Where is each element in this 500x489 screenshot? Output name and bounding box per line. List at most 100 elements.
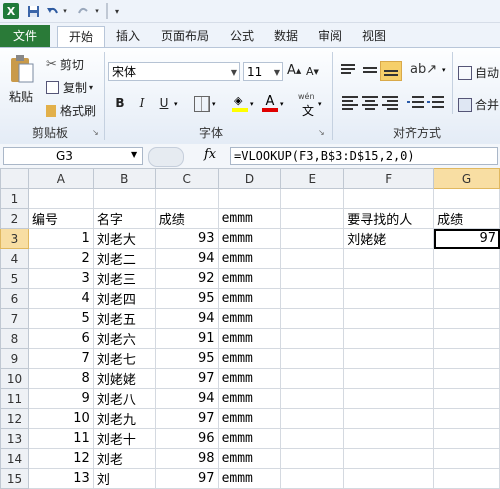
- format-painter-button[interactable]: 格式刷: [46, 102, 96, 119]
- cell-f8[interactable]: [343, 328, 435, 349]
- bold-button[interactable]: B: [112, 94, 128, 112]
- cell-e2[interactable]: [280, 208, 345, 229]
- align-top-icon[interactable]: [338, 62, 358, 80]
- column-header-g[interactable]: G: [433, 168, 500, 189]
- clipboard-launcher-icon[interactable]: ↘: [92, 128, 99, 137]
- cell-f13[interactable]: [343, 428, 435, 449]
- cell-g2[interactable]: 成绩: [433, 208, 500, 229]
- cell-f9[interactable]: [343, 348, 435, 369]
- cell-e4[interactable]: [280, 248, 345, 269]
- font-size-combo[interactable]: 11 ▼: [243, 62, 283, 81]
- cell-a14[interactable]: 12: [27, 448, 94, 469]
- cell-d7[interactable]: emmm: [217, 308, 282, 329]
- cell-e10[interactable]: [280, 368, 345, 389]
- cell-f11[interactable]: [343, 388, 435, 409]
- cell-a2[interactable]: 编号: [27, 208, 94, 229]
- cell-g7[interactable]: [433, 308, 500, 329]
- redo-dropdown-icon[interactable]: ▾: [93, 3, 101, 19]
- column-header-c[interactable]: C: [154, 168, 219, 189]
- wrap-text-button[interactable]: 自动: [458, 64, 499, 81]
- cell-a5[interactable]: 3: [27, 268, 94, 289]
- tab-page-layout[interactable]: 页面布局: [153, 26, 217, 47]
- cell-e12[interactable]: [280, 408, 345, 429]
- cell-a13[interactable]: 11: [27, 428, 94, 449]
- cell-f3[interactable]: 刘姥姥: [343, 228, 435, 249]
- undo-icon[interactable]: [45, 3, 59, 19]
- cell-b7[interactable]: 刘老五: [92, 308, 156, 329]
- cell-b11[interactable]: 刘老八: [92, 388, 156, 409]
- cell-c2[interactable]: 成绩: [154, 208, 219, 229]
- fill-dropdown-icon[interactable]: ▾: [250, 100, 254, 108]
- row-header[interactable]: 7: [0, 308, 29, 329]
- orientation-icon[interactable]: ab↗: [410, 62, 437, 77]
- font-color-dropdown-icon[interactable]: ▾: [280, 100, 284, 108]
- cell-a1[interactable]: [27, 188, 94, 209]
- cell-g9[interactable]: [433, 348, 500, 369]
- name-box[interactable]: G3: [3, 147, 143, 165]
- cell-c12[interactable]: 97: [154, 408, 219, 429]
- cell-d6[interactable]: emmm: [217, 288, 282, 309]
- column-header-b[interactable]: B: [92, 168, 156, 189]
- tab-insert[interactable]: 插入: [108, 26, 148, 47]
- cell-a7[interactable]: 5: [27, 308, 94, 329]
- cell-a9[interactable]: 7: [27, 348, 94, 369]
- row-header[interactable]: 13: [0, 428, 29, 449]
- cell-b1[interactable]: [92, 188, 156, 209]
- underline-button[interactable]: U: [156, 94, 172, 112]
- cell-c1[interactable]: [154, 188, 219, 209]
- cell-g10[interactable]: [433, 368, 500, 389]
- cell-f5[interactable]: [343, 268, 435, 289]
- tab-formulas[interactable]: 公式: [222, 26, 262, 47]
- cell-g13[interactable]: [433, 428, 500, 449]
- row-header[interactable]: 3: [0, 228, 29, 249]
- cell-c8[interactable]: 91: [154, 328, 219, 349]
- row-header[interactable]: 11: [0, 388, 29, 409]
- column-header-f[interactable]: F: [343, 168, 435, 189]
- cell-g14[interactable]: [433, 448, 500, 469]
- cell-b2[interactable]: 名字: [92, 208, 156, 229]
- row-header[interactable]: 6: [0, 288, 29, 309]
- align-middle-icon[interactable]: [360, 62, 380, 80]
- column-header-d[interactable]: D: [217, 168, 282, 189]
- row-header[interactable]: 14: [0, 448, 29, 469]
- tab-file[interactable]: 文件: [0, 25, 50, 47]
- cell-d3[interactable]: emmm: [217, 228, 282, 249]
- cell-f2[interactable]: 要寻找的人: [343, 208, 435, 229]
- cell-a11[interactable]: 9: [27, 388, 94, 409]
- cell-a6[interactable]: 4: [27, 288, 94, 309]
- cell-e7[interactable]: [280, 308, 345, 329]
- cell-f4[interactable]: [343, 248, 435, 269]
- column-header-a[interactable]: A: [27, 168, 94, 189]
- phonetic-button[interactable]: wén: [298, 92, 315, 101]
- select-all-corner[interactable]: [0, 168, 29, 189]
- shrink-font-button[interactable]: A ▼: [306, 65, 319, 78]
- cell-d11[interactable]: emmm: [217, 388, 282, 409]
- cell-c9[interactable]: 95: [154, 348, 219, 369]
- cell-b13[interactable]: 刘老十: [92, 428, 156, 449]
- cell-e13[interactable]: [280, 428, 345, 449]
- row-header[interactable]: 10: [0, 368, 29, 389]
- tab-home[interactable]: 开始: [57, 26, 105, 48]
- align-right-icon[interactable]: [380, 94, 400, 112]
- row-header[interactable]: 1: [0, 188, 29, 209]
- formula-input[interactable]: =VLOOKUP(F3,B$3:D$15,2,0): [230, 147, 498, 165]
- merge-center-button[interactable]: 合并: [458, 96, 499, 113]
- cell-a3[interactable]: 1: [27, 228, 94, 249]
- cell-c10[interactable]: 97: [154, 368, 219, 389]
- cell-b5[interactable]: 刘老三: [92, 268, 156, 289]
- underline-dropdown-icon[interactable]: ▾: [174, 100, 178, 108]
- cell-d8[interactable]: emmm: [217, 328, 282, 349]
- cell-b3[interactable]: 刘老大: [92, 228, 156, 249]
- insert-function-icon[interactable]: fx: [204, 147, 216, 162]
- tab-review[interactable]: 审阅: [310, 26, 350, 47]
- cell-a10[interactable]: 8: [27, 368, 94, 389]
- cell-f10[interactable]: [343, 368, 435, 389]
- grow-font-button[interactable]: A ▲: [287, 63, 301, 78]
- cell-f12[interactable]: [343, 408, 435, 429]
- cell-d12[interactable]: emmm: [217, 408, 282, 429]
- cell-e1[interactable]: [280, 188, 345, 209]
- cell-e5[interactable]: [280, 268, 345, 289]
- cell-b10[interactable]: 刘姥姥: [92, 368, 156, 389]
- paste-button[interactable]: 粘贴: [6, 54, 36, 118]
- cell-g3[interactable]: 97: [433, 228, 500, 249]
